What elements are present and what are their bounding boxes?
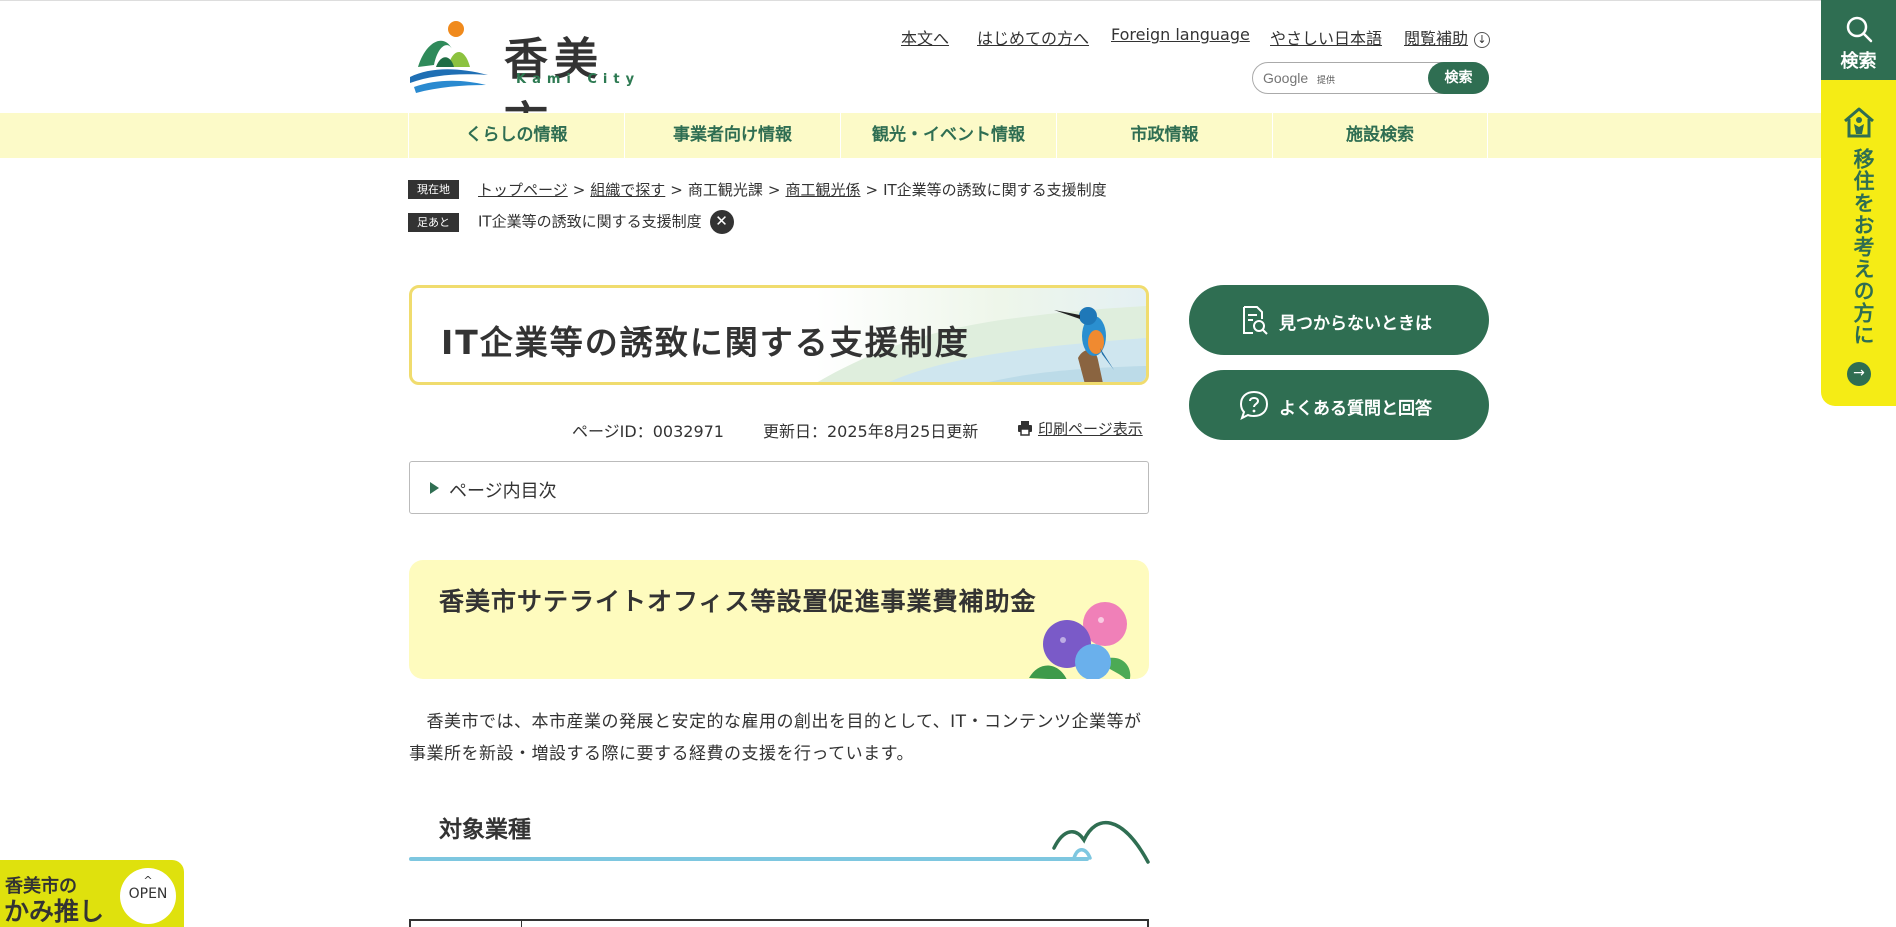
printer-icon bbox=[1018, 421, 1032, 436]
house-person-icon bbox=[1844, 107, 1874, 138]
mountain-decoration-icon bbox=[1052, 820, 1150, 864]
not-found-button[interactable]: 見つからないときは bbox=[1189, 285, 1489, 355]
breadcrumb-link-top[interactable]: トップページ bbox=[478, 181, 568, 199]
breadcrumb-department: 商工観光課 bbox=[687, 181, 763, 199]
hydrangea-illustration bbox=[1029, 602, 1131, 679]
nav-item-facility-search[interactable]: 施設検索 bbox=[1272, 113, 1488, 158]
section-heading-text: 香美市サテライトオフィス等設置促進事業費補助金 bbox=[439, 587, 1037, 616]
triangle-right-icon bbox=[430, 482, 439, 494]
search-input[interactable] bbox=[1263, 68, 1423, 88]
logo-subtitle: Kami City bbox=[516, 72, 641, 87]
global-nav: くらしの情報 事業者向け情報 観光・イベント情報 市政情報 施設検索 bbox=[0, 113, 1896, 158]
history-item[interactable]: IT企業等の誘致に関する支援制度 bbox=[478, 213, 702, 231]
beginners-link[interactable]: はじめての方へ bbox=[977, 25, 1089, 49]
subsection-heading: 対象業種 bbox=[439, 817, 531, 843]
document-search-icon bbox=[1243, 306, 1268, 335]
foreign-language-link[interactable]: Foreign language bbox=[1111, 25, 1250, 44]
current-location-tag: 現在地 bbox=[408, 180, 459, 199]
faq-button-label: よくある質問と回答 bbox=[1279, 399, 1432, 419]
toc-label: ページ内目次 bbox=[449, 481, 557, 502]
page-id: ページID：0032971 bbox=[572, 422, 724, 441]
nav-item-living[interactable]: くらしの情報 bbox=[408, 113, 624, 158]
print-page-link[interactable]: 印刷ページ表示 bbox=[1038, 418, 1143, 439]
easy-japanese-link[interactable]: やさしい日本語 bbox=[1270, 25, 1382, 49]
breadcrumb-link-organization[interactable]: 組織で探す bbox=[590, 181, 665, 199]
kami-open-button[interactable]: ^ OPEN bbox=[120, 868, 176, 924]
chevron-up-icon: ^ bbox=[143, 874, 153, 887]
site-logo[interactable]: 香美市 Kami City bbox=[408, 19, 648, 149]
breadcrumb-link-section[interactable]: 商工観光係 bbox=[785, 181, 860, 199]
nav-item-city-admin[interactable]: 市政情報 bbox=[1056, 113, 1272, 158]
section-heading: 香美市サテライトオフィス等設置促進事業費補助金 bbox=[409, 560, 1149, 679]
subsection-underline bbox=[409, 857, 1089, 861]
search-button[interactable]: 検索 bbox=[1428, 62, 1489, 94]
chevron-down-icon: ↓ bbox=[1474, 31, 1491, 48]
migration-tab[interactable]: 移住をお考えの方に → bbox=[1821, 80, 1896, 406]
site-search: 提供 検索 bbox=[1252, 62, 1489, 94]
updated-date: 更新日：2025年8月25日更新 bbox=[763, 422, 979, 441]
logo-mark-icon bbox=[410, 21, 488, 93]
kami-widget-line2: かみ推し bbox=[4, 897, 105, 926]
kami-oshi-widget: 香美市の かみ推し ^ OPEN bbox=[0, 860, 184, 927]
nav-item-business[interactable]: 事業者向け情報 bbox=[624, 113, 840, 158]
intro-paragraph: 香美市では、本市産業の発展と安定的な雇用の創出を目的として、IT・コンテンツ企業… bbox=[409, 712, 1142, 764]
arrow-right-icon: → bbox=[1847, 362, 1871, 386]
breadcrumb: トップページ > 組織で探す > 商工観光課 > 商工観光係 > IT企業等の誘致に関する支援制… bbox=[478, 181, 1107, 199]
content-table bbox=[409, 919, 1149, 927]
history-trail: IT企業等の誘致に関する支援制度 ✕ bbox=[478, 210, 734, 234]
search-icon bbox=[1846, 16, 1873, 43]
nav-item-tourism[interactable]: 観光・イベント情報 bbox=[840, 113, 1056, 158]
faq-button[interactable]: よくある質問と回答 bbox=[1189, 370, 1489, 440]
accessibility-link-label: 閲覧補助 bbox=[1404, 29, 1469, 48]
question-bubble-icon bbox=[1239, 390, 1269, 420]
table-of-contents[interactable]: ページ内目次 bbox=[409, 461, 1149, 514]
search-provided-label: 提供 bbox=[1317, 76, 1336, 86]
page-title-box: IT企業等の誘致に関する支援制度 bbox=[409, 285, 1149, 385]
migration-tab-label: 移住をお考えの方に bbox=[1851, 148, 1875, 346]
breadcrumb-current: IT企業等の誘致に関する支援制度 bbox=[883, 181, 1107, 199]
table-divider bbox=[521, 919, 522, 927]
site-header: 香美市 Kami City 本文へ はじめての方へ Foreign langua… bbox=[0, 0, 1896, 149]
close-icon[interactable]: ✕ bbox=[709, 210, 734, 234]
accessibility-link[interactable]: 閲覧補助 ↓ bbox=[1404, 25, 1491, 49]
side-search-tab[interactable]: 検索 bbox=[1821, 0, 1896, 80]
page-title: IT企業等の誘致に関する支援制度 bbox=[441, 323, 970, 362]
history-tag: 足あと bbox=[408, 213, 459, 232]
not-found-button-label: 見つからないときは bbox=[1279, 314, 1432, 334]
kami-open-label: OPEN bbox=[128, 886, 168, 902]
skip-to-content-link[interactable]: 本文へ bbox=[901, 25, 949, 49]
side-search-label: 検索 bbox=[1840, 51, 1877, 72]
